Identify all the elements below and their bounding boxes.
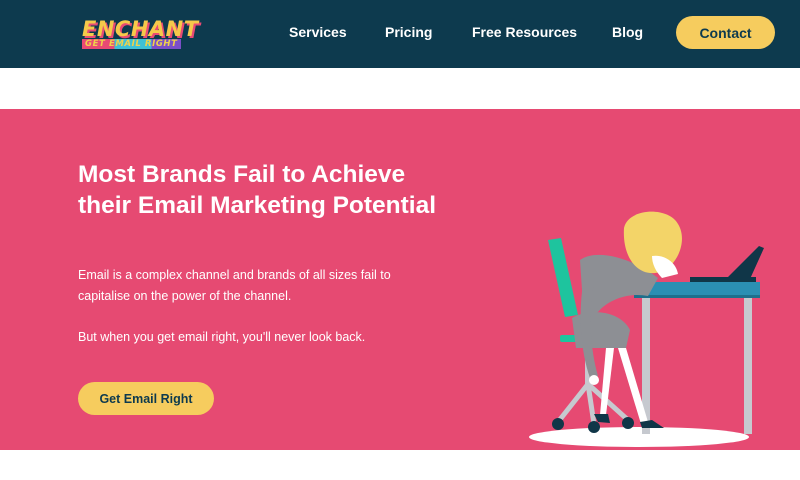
- nav-services-link[interactable]: Services: [289, 24, 347, 40]
- get-email-right-button[interactable]: Get Email Right: [78, 382, 214, 415]
- nav-free-resources-link[interactable]: Free Resources: [472, 24, 577, 40]
- logo-wordmark: ENCHANT: [82, 17, 199, 41]
- desk-edge: [634, 295, 760, 298]
- hero-paragraph-1: Email is a complex channel and brands of…: [78, 268, 391, 303]
- hero-title: Most Brands Fail to Achieve their Email …: [78, 161, 437, 219]
- nav-pricing-link[interactable]: Pricing: [385, 24, 432, 40]
- chair-back: [548, 238, 578, 317]
- chair-wheel-left: [552, 418, 564, 430]
- chair-wheel-middle: [588, 421, 600, 433]
- desk-leg-right: [744, 294, 752, 434]
- frustrated-person-at-desk-illustration: [529, 211, 764, 447]
- chair-leg-left: [556, 382, 590, 424]
- person-hand: [589, 375, 599, 385]
- nav-blog-link[interactable]: Blog: [612, 24, 643, 40]
- chair-wheel-right: [622, 417, 634, 429]
- laptop-base: [690, 277, 756, 282]
- laptop-screen: [726, 246, 764, 279]
- logo-tagline: GET EMAIL RIGHT: [82, 39, 181, 49]
- floor-shadow-shape: [529, 427, 749, 447]
- site-header: ENCHANT GET EMAIL RIGHT Services Pricing…: [0, 0, 800, 68]
- enchant-logo[interactable]: ENCHANT GET EMAIL RIGHT: [80, 17, 216, 51]
- hero-paragraph-2: But when you get email right, you'll nev…: [78, 330, 366, 344]
- contact-button[interactable]: Contact: [676, 16, 775, 49]
